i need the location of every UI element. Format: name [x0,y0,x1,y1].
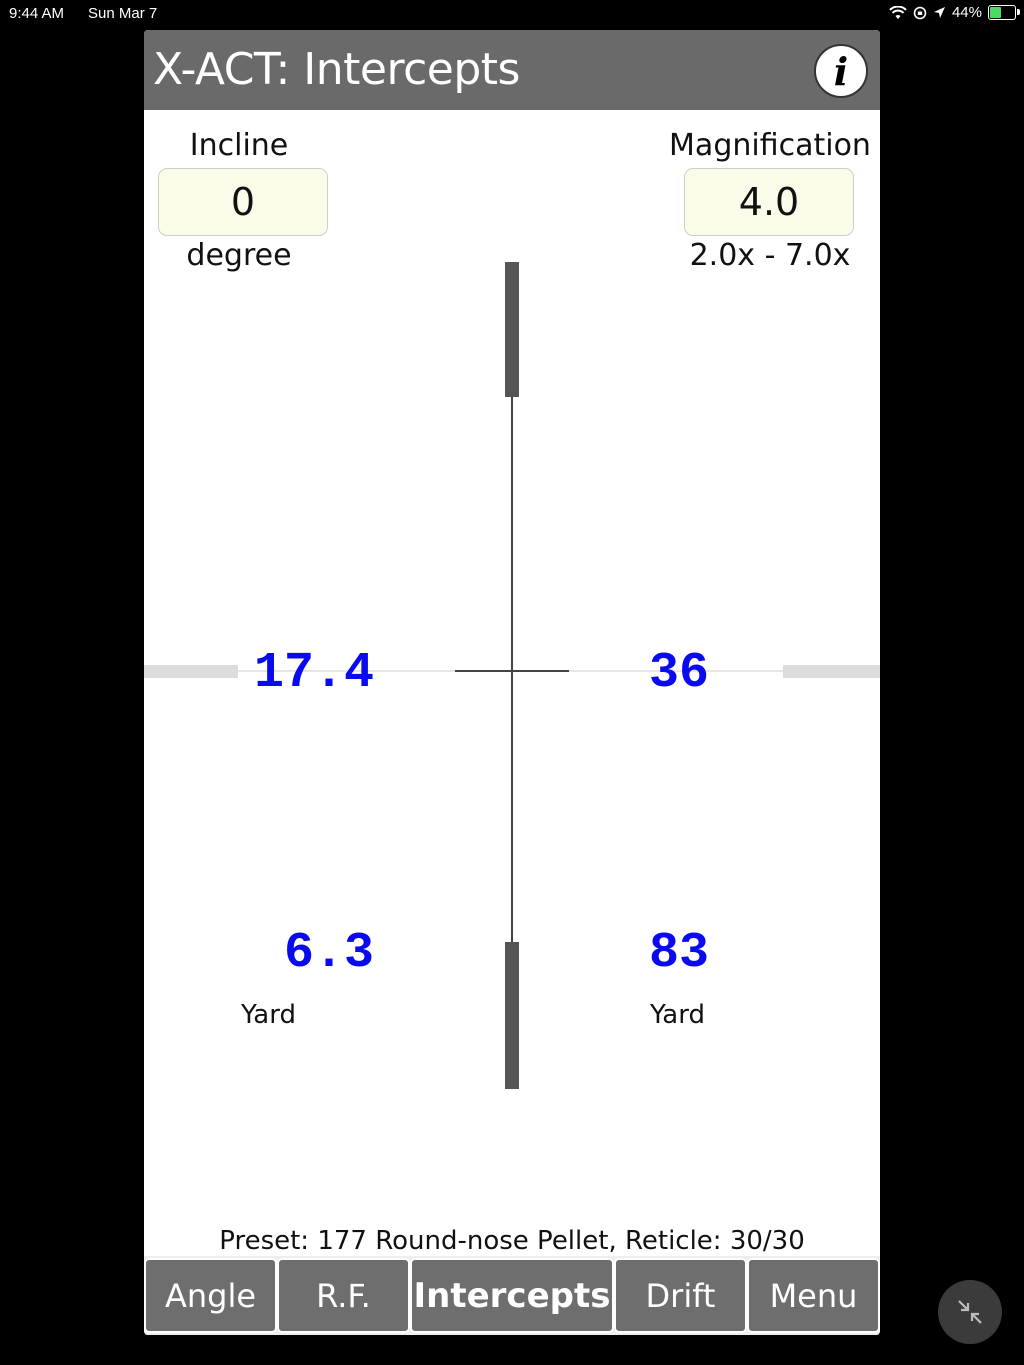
orientation-lock-icon [913,6,927,19]
battery-percent: 44% [951,4,982,21]
page-title: X-ACT: Intercepts [153,44,520,95]
reticle-top-post [505,262,519,397]
title-bar: X-ACT: Intercepts i [144,30,880,110]
tab-rf[interactable]: R.F. [277,1258,410,1333]
status-time: 9:44 AM [9,5,65,22]
lower-left-value: 6.3 [283,925,374,982]
status-date: Sun Mar 7 [88,5,158,22]
status-bar: 9:44 AM Sun Mar 7 44% [0,0,1024,28]
status-icons: 44% [889,4,1020,21]
magnification-label: Magnification [669,128,871,163]
tab-drift[interactable]: Drift [614,1258,747,1333]
bottom-tab-bar: Angle R.F. Intercepts Drift Menu [144,1256,880,1335]
lower-right-value: 83 [649,925,710,982]
arrows-collapse-icon [958,1300,982,1324]
magnification-field[interactable]: 4.0 [684,168,854,236]
tab-intercepts[interactable]: Intercepts [410,1258,614,1333]
location-icon [933,7,945,18]
tab-menu[interactable]: Menu [747,1258,880,1333]
upper-right-value: 36 [649,645,710,702]
incline-unit: degree [186,238,292,273]
info-button[interactable]: i [814,44,868,98]
reticle-left-bar [144,665,238,678]
right-unit-label: Yard [650,1000,705,1030]
reticle-right-bar [783,665,880,678]
magnification-range: 2.0x - 7.0x [689,238,851,273]
incline-label: Incline [189,128,289,163]
incline-field[interactable]: 0 [158,168,328,236]
info-icon: i [833,48,849,94]
reticle-bottom-post [505,942,519,1089]
reticle-center-crossbar [455,670,569,672]
tab-angle[interactable]: Angle [144,1258,277,1333]
app-window: X-ACT: Intercepts i Incline 0 degree Mag… [144,30,880,1335]
upper-left-value: 17.4 [253,645,374,702]
left-unit-label: Yard [241,1000,296,1030]
wifi-icon [889,5,907,19]
compact-mode-button[interactable] [938,1280,1002,1344]
battery-charging-icon [988,5,1020,20]
preset-info: Preset: 177 Round-nose Pellet, Reticle: … [219,1226,805,1256]
